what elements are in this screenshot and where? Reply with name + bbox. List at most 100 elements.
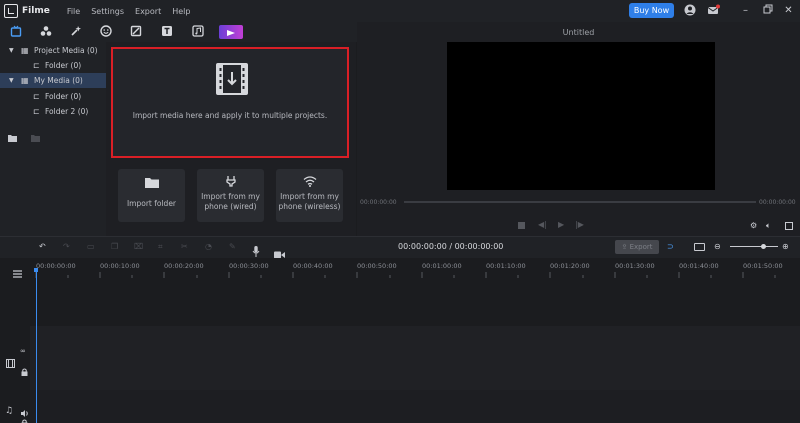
lock-icon[interactable]: [21, 412, 28, 423]
tree-item-my-folder-2[interactable]: ⊏ Folder 2 (0): [0, 104, 106, 119]
title-bar: Filme File Settings Export Help: [0, 0, 800, 22]
media-tree: ▼ ▦ Project Media (0) ⊏ Folder (0) ▼ ▦ M…: [0, 42, 106, 236]
delete-folder-icon[interactable]: [31, 127, 40, 142]
speed-icon[interactable]: ◔: [205, 242, 212, 252]
import-wireless-label-line2: phone (wireless): [278, 202, 341, 211]
mail-icon[interactable]: [707, 4, 720, 17]
link-icon[interactable]: ∞: [20, 346, 26, 356]
expand-arrow-icon[interactable]: ▼: [9, 73, 14, 88]
trim-icon[interactable]: ✂: [181, 242, 188, 252]
import-wired-label-line2: phone (wired): [204, 202, 257, 211]
fullscreen-icon[interactable]: [785, 222, 793, 230]
playhead-line[interactable]: [36, 270, 37, 423]
folder-icon: ⊏: [33, 107, 40, 116]
audio-track-icon: ♫: [5, 406, 14, 416]
edit-icon[interactable]: ✎: [229, 242, 236, 252]
play-icon[interactable]: ▶: [558, 220, 564, 230]
media-toolbar: [0, 22, 357, 42]
video-track[interactable]: [30, 326, 800, 390]
ruler-tick-label: 00:00:10:00: [100, 262, 140, 270]
buy-now-button[interactable]: Buy Now: [629, 3, 674, 18]
ruler-tick-label: 00:01:50:00: [743, 262, 783, 270]
video-track-icon: [6, 353, 15, 372]
crop-icon[interactable]: ⌗: [158, 242, 163, 252]
zoom-slider-handle[interactable]: [761, 244, 766, 249]
filme-window: Filme File Settings Export Help Buy Now …: [0, 0, 800, 423]
ruler-tick-label: 00:01:10:00: [486, 262, 526, 270]
export-label: Export: [629, 243, 653, 251]
split-icon[interactable]: ⌧: [134, 242, 143, 252]
timeline-timecode: 00:00:00:00 / 00:00:00:00: [398, 242, 504, 251]
delete-icon[interactable]: ▭: [87, 242, 95, 252]
import-film-icon: [216, 63, 248, 95]
preview-screen: [447, 42, 715, 190]
timeline-toolbar: ↶ ↷ ▭ ❐ ⌧ ⌗ ✂ ◔ ✎ 00:00:00:00 / 00:00:00…: [0, 236, 800, 259]
project-title: Untitled: [562, 28, 595, 37]
import-phone-wired-button[interactable]: Import from my phone (wired): [197, 169, 264, 222]
import-wireless-label-line1: Import from my: [280, 192, 339, 201]
zoom-out-icon[interactable]: ⊖: [714, 242, 721, 252]
timeline-menu-icon[interactable]: [13, 263, 22, 278]
ruler-ticks: [35, 272, 776, 278]
grid-icon: ▦: [21, 46, 29, 55]
audio-track-head: ♫: [0, 390, 30, 423]
ruler-tick-label: 00:00:30:00: [229, 262, 269, 270]
ruler-tick-label: 00:01:20:00: [550, 262, 590, 270]
user-account-icon[interactable]: [683, 4, 696, 17]
import-drop-zone[interactable]: Import media here and apply it to multip…: [111, 47, 349, 158]
stop-icon[interactable]: [518, 222, 525, 229]
audio-track[interactable]: [30, 390, 800, 423]
effects-tab-icon[interactable]: [69, 25, 83, 39]
video-track-head: ∞: [0, 326, 30, 390]
zoom-slider[interactable]: [730, 246, 778, 247]
next-frame-icon[interactable]: |▶: [575, 220, 584, 230]
stickers-tab-icon[interactable]: [99, 25, 113, 39]
ruler-tick-label: 00:01:30:00: [615, 262, 655, 270]
folder-icon: ⊏: [33, 61, 40, 70]
menu-help[interactable]: Help: [172, 7, 190, 16]
menu-export[interactable]: Export: [135, 7, 161, 16]
previous-frame-icon[interactable]: ◀|: [538, 220, 547, 230]
music-tab-icon[interactable]: [191, 25, 205, 39]
tree-item-project-folder[interactable]: ⊏ Folder (0): [0, 58, 106, 73]
volume-icon[interactable]: 🔈︎: [766, 221, 771, 231]
transitions-tab-icon[interactable]: [129, 25, 143, 39]
new-folder-icon[interactable]: [8, 127, 17, 142]
wifi-icon: [276, 175, 343, 189]
redo-icon[interactable]: ↷: [63, 242, 70, 252]
copy-icon[interactable]: ❐: [111, 242, 118, 252]
import-phone-wireless-button[interactable]: Import from my phone (wireless): [276, 169, 343, 222]
import-wired-label-line1: Import from my: [201, 192, 260, 201]
settings-gear-icon[interactable]: ⚙: [750, 221, 757, 231]
menu-file[interactable]: File: [67, 7, 80, 16]
lock-icon[interactable]: [21, 361, 28, 380]
filme-logo-icon: [4, 4, 18, 18]
export-button[interactable]: ⇪ Export: [615, 240, 659, 254]
track-area-top[interactable]: [30, 280, 800, 326]
snap-magnet-icon[interactable]: ⊃: [667, 242, 674, 252]
templates-tab-icon[interactable]: [219, 25, 243, 39]
undo-icon[interactable]: ↶: [39, 242, 46, 252]
ruler-tick-label: 00:00:40:00: [293, 262, 333, 270]
ruler-tick-label: 00:01:00:00: [422, 262, 462, 270]
close-icon[interactable]: ✕: [782, 4, 795, 17]
media-tab-icon[interactable]: [9, 25, 23, 39]
zoom-fit-icon[interactable]: [694, 243, 705, 251]
tree-item-my-folder[interactable]: ⊏ Folder (0): [0, 89, 106, 104]
import-folder-button[interactable]: Import folder: [118, 169, 185, 222]
tree-item-my-media[interactable]: ▼ ▦ My Media (0): [0, 73, 106, 88]
menu-settings[interactable]: Settings: [91, 7, 124, 16]
export-icon: ⇪: [621, 243, 628, 251]
restore-icon[interactable]: [761, 4, 774, 17]
text-tab-icon[interactable]: [160, 25, 174, 39]
app-name: Filme: [22, 6, 50, 16]
timeline-ruler[interactable]: 00:00:00:00 00:00:10:00 00:00:20:00 00:0…: [30, 258, 800, 280]
preview-progress-bar[interactable]: [404, 201, 756, 203]
zoom-in-icon[interactable]: ⊕: [782, 242, 789, 252]
audio-tab-icon[interactable]: [39, 25, 53, 39]
usb-plug-icon: [197, 175, 264, 189]
minimize-icon[interactable]: –: [739, 4, 752, 17]
tree-item-project-media[interactable]: ▼ ▦ Project Media (0): [0, 43, 106, 58]
expand-arrow-icon[interactable]: ▼: [9, 43, 14, 58]
grid-icon: ▦: [21, 76, 29, 85]
